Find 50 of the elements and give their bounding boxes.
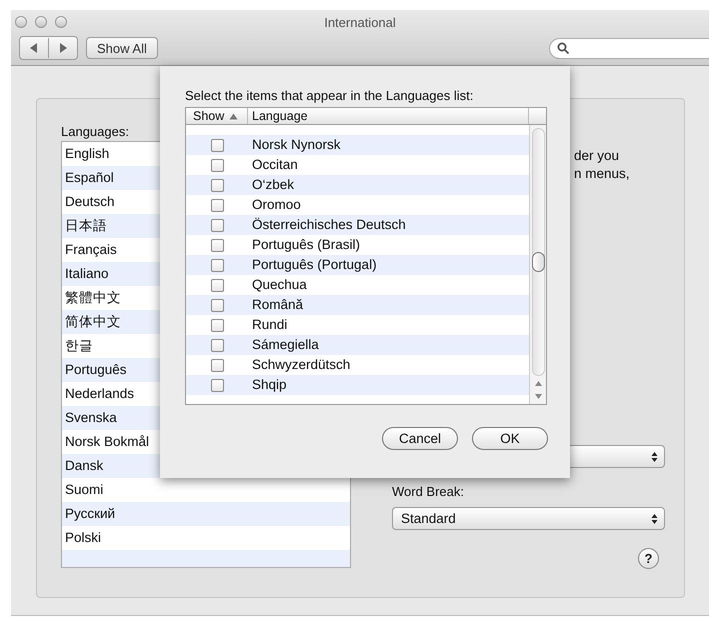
window-control[interactable] <box>55 16 67 28</box>
sheet-prompt: Select the items that appear in the Languages list: <box>185 88 474 105</box>
column-header[interactable]: Show <box>186 108 248 124</box>
language-name: Schwyzerdütsch <box>251 356 350 374</box>
dialog-button[interactable]: Cancel <box>382 427 458 450</box>
description-text: n menus, <box>574 165 630 183</box>
window-control[interactable] <box>15 16 27 28</box>
description-text: der you <box>574 147 620 165</box>
word-break-label: Word Break: <box>392 484 466 501</box>
language-name: Rundi <box>251 316 288 334</box>
language-name: Quechua <box>251 276 307 294</box>
checkbox[interactable] <box>210 338 224 352</box>
checkbox[interactable] <box>210 298 224 312</box>
checkbox[interactable] <box>210 158 224 172</box>
checkbox[interactable] <box>210 318 224 332</box>
checkbox[interactable] <box>210 178 224 192</box>
window-title: International <box>324 14 396 30</box>
languages-label: Languages: <box>61 124 130 141</box>
scrollbar[interactable] <box>529 125 546 404</box>
language-item[interactable]: Suomi <box>62 478 350 502</box>
checkbox[interactable] <box>210 198 224 212</box>
checkbox[interactable] <box>210 378 224 392</box>
word-break-popup[interactable]: Standard <box>392 507 665 530</box>
language-name: Shqip <box>251 376 287 394</box>
column-header[interactable]: Language <box>248 108 529 124</box>
scroll-thumb[interactable] <box>532 252 544 272</box>
language-item[interactable]: Polski <box>62 526 350 550</box>
stepper-arrows-icon <box>651 450 658 462</box>
language-name: Norsk Nynorsk <box>251 136 341 154</box>
checkbox[interactable] <box>210 138 224 152</box>
dialog-button[interactable]: OK <box>472 427 548 450</box>
stepper-arrows-icon <box>651 512 658 524</box>
search-field[interactable] <box>549 38 709 58</box>
language-name: Română <box>251 296 304 314</box>
search-icon <box>557 42 570 54</box>
language-name: Occitan <box>251 156 298 174</box>
language-name: Sámegiella <box>251 336 319 354</box>
language-name: Oromoo <box>251 196 301 214</box>
language-name: Português (Brasil) <box>251 236 360 254</box>
window-control[interactable] <box>35 16 47 28</box>
show-all-button[interactable]: Show All <box>86 37 158 59</box>
language-name: Österreichisches Deutsch <box>251 216 406 234</box>
checkbox[interactable] <box>210 358 224 372</box>
language-name: Português (Portugal) <box>251 256 377 274</box>
help-button[interactable]: ? <box>638 548 659 569</box>
checkbox[interactable] <box>210 278 224 292</box>
checkbox[interactable] <box>210 218 224 232</box>
checkbox[interactable] <box>210 258 224 272</box>
checkbox[interactable] <box>210 238 224 252</box>
language-name: O‘zbek <box>251 176 294 194</box>
